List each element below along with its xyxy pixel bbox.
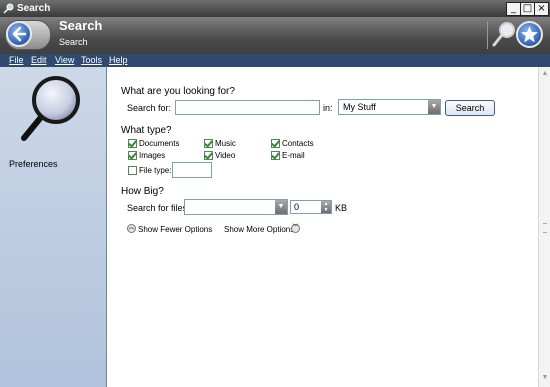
collapse-up-icon[interactable]: ︽ bbox=[127, 224, 136, 233]
in-label: in: bbox=[323, 103, 333, 113]
search-icon[interactable] bbox=[491, 20, 517, 48]
search-app-icon bbox=[3, 3, 14, 14]
scroll-down-icon[interactable]: ▼ bbox=[540, 373, 550, 383]
size-value: 0 bbox=[294, 202, 300, 212]
menu-edit[interactable]: Edit bbox=[31, 55, 47, 65]
menu-view[interactable]: View bbox=[55, 55, 74, 65]
size-stepper[interactable]: 0 ▲ ▼ bbox=[290, 200, 332, 214]
video-label: Video bbox=[215, 151, 236, 160]
header-divider bbox=[487, 21, 488, 49]
looking-for-heading: What are you looking for? bbox=[121, 86, 235, 97]
back-arrow-icon bbox=[12, 26, 27, 42]
location-value: My Stuff bbox=[343, 102, 376, 112]
size-unit: KB bbox=[335, 203, 348, 213]
music-checkbox[interactable] bbox=[204, 139, 213, 148]
email-checkbox[interactable] bbox=[271, 151, 280, 160]
search-window: Search _ □ × Search Search File Edit Vie… bbox=[0, 0, 550, 387]
vertical-scrollbar[interactable]: ▲ ▼ bbox=[538, 67, 550, 387]
stepper-down-icon[interactable]: ▼ bbox=[321, 207, 331, 213]
file-type-checkbox[interactable] bbox=[128, 166, 137, 175]
contacts-label: Contacts bbox=[282, 139, 314, 148]
images-label: Images bbox=[139, 151, 166, 160]
scroll-grip[interactable] bbox=[543, 223, 547, 233]
music-label: Music bbox=[215, 139, 236, 148]
menu-bar: File Edit View Tools Help bbox=[0, 54, 550, 67]
contacts-checkbox[interactable] bbox=[271, 139, 280, 148]
page-subtitle: Search bbox=[59, 37, 88, 47]
title-bar: Search _ □ × bbox=[0, 0, 550, 17]
chevron-down-icon: ▼ bbox=[428, 100, 440, 114]
menu-help[interactable]: Help bbox=[109, 55, 128, 65]
email-label: E-mail bbox=[282, 151, 305, 160]
header-bar: Search Search bbox=[0, 17, 550, 54]
documents-checkbox[interactable] bbox=[128, 139, 137, 148]
maximize-button[interactable]: □ bbox=[520, 2, 535, 16]
favorites-button[interactable] bbox=[516, 21, 543, 48]
size-heading: How Big? bbox=[121, 186, 164, 197]
menu-file[interactable]: File bbox=[9, 55, 24, 65]
scroll-up-icon[interactable]: ▲ bbox=[540, 69, 550, 79]
expand-down-icon[interactable]: ︾ bbox=[291, 224, 300, 233]
preferences-link[interactable]: Preferences bbox=[9, 159, 58, 169]
file-type-label: File type: bbox=[139, 166, 172, 175]
page-title: Search bbox=[59, 18, 103, 33]
stepper-buttons[interactable]: ▲ ▼ bbox=[321, 201, 331, 213]
images-checkbox[interactable] bbox=[128, 151, 137, 160]
file-type-input[interactable] bbox=[172, 162, 212, 178]
documents-label: Documents bbox=[139, 139, 180, 148]
window-title: Search bbox=[17, 3, 51, 14]
sidebar: Preferences bbox=[0, 67, 106, 387]
magnifier-icon bbox=[21, 76, 80, 141]
search-button[interactable]: Search bbox=[445, 100, 495, 116]
minimize-button[interactable]: _ bbox=[506, 2, 521, 16]
close-button[interactable]: × bbox=[534, 2, 549, 16]
show-fewer-options-link[interactable]: Show Fewer Options bbox=[138, 225, 212, 234]
search-files-label: Search for files bbox=[127, 203, 188, 213]
show-more-options-link[interactable]: Show More Options bbox=[224, 225, 294, 234]
search-input[interactable] bbox=[175, 100, 320, 115]
chevron-down-icon: ▼ bbox=[275, 200, 287, 214]
back-button[interactable] bbox=[6, 21, 32, 47]
star-icon bbox=[521, 26, 538, 43]
video-checkbox[interactable] bbox=[204, 151, 213, 160]
menu-tools[interactable]: Tools bbox=[81, 55, 102, 65]
location-dropdown[interactable]: My Stuff ▼ bbox=[338, 99, 441, 115]
type-heading: What type? bbox=[121, 125, 172, 136]
size-condition-dropdown[interactable]: ▼ bbox=[184, 199, 288, 215]
search-for-label: Search for: bbox=[127, 103, 172, 113]
